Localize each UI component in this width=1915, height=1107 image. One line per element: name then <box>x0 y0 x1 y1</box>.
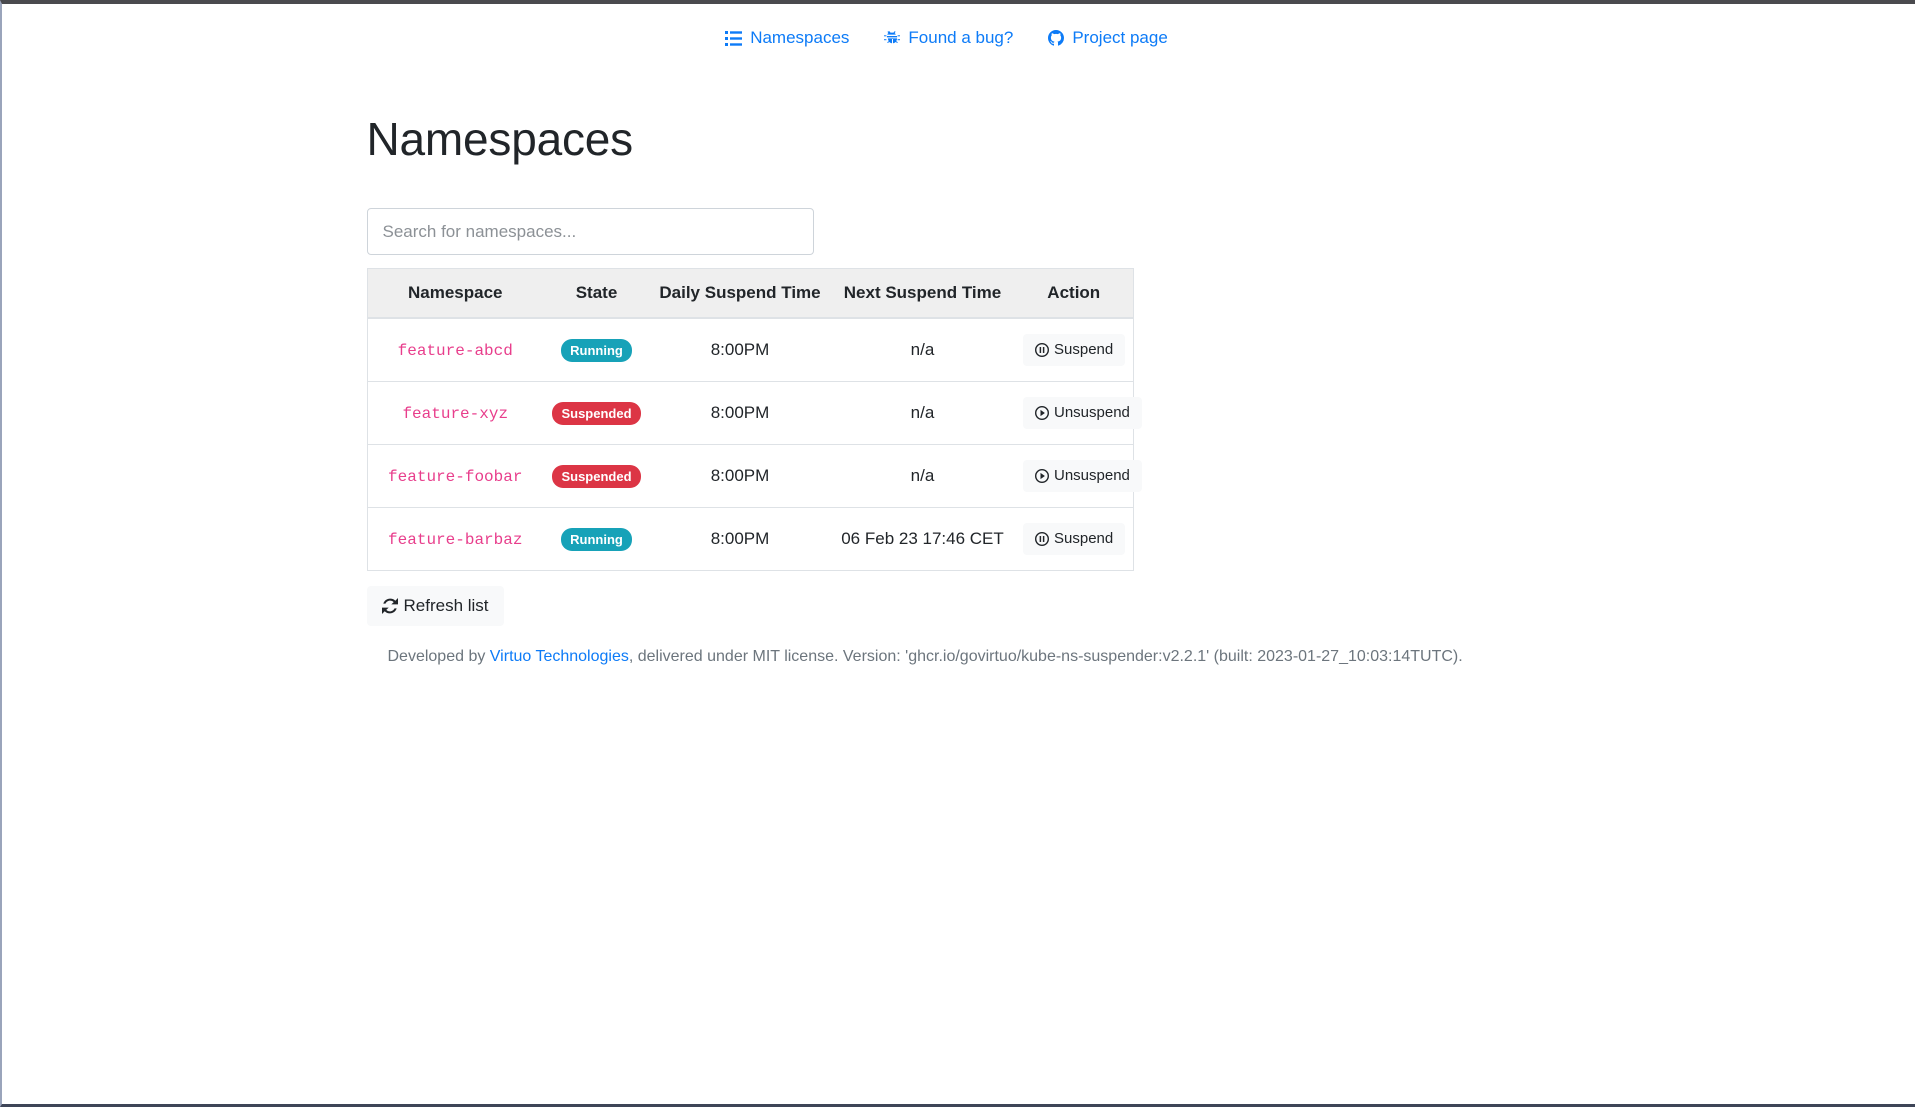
table-body: feature-abcd Running 8:00PM n/a Suspend feat… <box>367 318 1142 571</box>
cell-daily-suspend-time: 8:00PM <box>650 444 830 508</box>
column-header-action: Action <box>1015 268 1133 319</box>
status-badge: Running <box>561 338 632 362</box>
refresh-list-label: Refresh list <box>403 596 489 615</box>
footer-prefix: Developed by <box>387 648 490 665</box>
bug-icon <box>883 30 900 47</box>
cell-namespace: feature-foobar <box>367 444 543 508</box>
refresh-icon <box>381 598 398 614</box>
column-header-namespace: Namespace <box>367 268 543 319</box>
cell-state: Running <box>543 318 650 382</box>
table-row: feature-xyz Suspended 8:00PM n/a Unsuspend <box>367 381 1142 445</box>
action-button-label: Suspend <box>1054 341 1114 358</box>
browser-viewport: Namespaces Found a bug? Project page Nam… <box>0 0 1915 1107</box>
table-row: feature-barbaz Running 8:00PM 06 Feb 23 17:… <box>367 507 1133 571</box>
cell-action: Suspend <box>1015 507 1133 571</box>
cell-daily-suspend-time: 8:00PM <box>650 381 830 445</box>
github-icon <box>1047 30 1064 47</box>
refresh-list-button[interactable]: Refresh list <box>366 586 504 626</box>
cell-next-suspend-time: 06 Feb 23 17:46 CET <box>830 507 1015 571</box>
status-badge: Suspended <box>552 401 641 425</box>
cell-next-suspend-time: n/a <box>830 381 1015 445</box>
search-container <box>366 208 814 255</box>
cell-next-suspend-time: n/a <box>830 444 1015 508</box>
cell-daily-suspend-time: 8:00PM <box>650 507 830 571</box>
namespaces-table: Namespace State Daily Suspend Time Next … <box>366 268 1142 571</box>
action-button-label: Unsuspend <box>1054 404 1130 421</box>
refresh-container: Refresh list <box>366 586 1527 626</box>
table-row: feature-foobar Suspended 8:00PM n/a Unsuspe… <box>367 444 1142 508</box>
list-icon <box>725 30 743 47</box>
suspend-button[interactable]: Suspend <box>1023 334 1126 366</box>
nav-link-namespaces[interactable]: Namespaces <box>725 28 849 48</box>
page-content: Namespaces Found a bug? Project page Nam… <box>2 4 1891 1094</box>
table-header-row: Namespace State Daily Suspend Time Next … <box>367 268 1133 319</box>
play-circle-icon <box>1035 469 1049 483</box>
cell-next-suspend-time: n/a <box>910 340 935 359</box>
nav-link-project-page[interactable]: Project page <box>1047 28 1168 48</box>
namespaces-table-container: Namespace State Daily Suspend Time Next … <box>366 268 1527 571</box>
cell-action: Unsuspend <box>1015 444 1142 508</box>
play-circle-icon <box>1035 406 1049 420</box>
namespace-name: feature-xyz <box>402 404 509 423</box>
unsuspend-button[interactable]: Unsuspend <box>1023 460 1142 492</box>
suspend-button[interactable]: Suspend <box>1023 523 1126 555</box>
cell-namespace: feature-barbaz <box>367 507 543 571</box>
status-badge: Suspended <box>552 464 641 488</box>
pause-circle-icon <box>1035 343 1049 357</box>
search-input[interactable] <box>366 208 814 255</box>
column-header-daily-suspend-time: Daily Suspend Time <box>650 268 830 319</box>
cell-state: Suspended <box>543 381 650 445</box>
namespace-name: feature-foobar <box>388 467 523 486</box>
cell-namespace: feature-abcd <box>367 318 543 382</box>
action-button-label: Unsuspend <box>1054 467 1130 484</box>
cell-namespace: feature-xyz <box>367 381 543 445</box>
column-header-next-suspend-time: Next Suspend Time <box>830 268 1015 319</box>
cell-state: Suspended <box>543 444 650 508</box>
column-header-state: State <box>543 268 650 319</box>
unsuspend-button[interactable]: Unsuspend <box>1023 397 1142 429</box>
table-row: feature-abcd Running 8:00PM n/a Suspend <box>367 318 1133 382</box>
cell-state: Running <box>543 507 650 571</box>
nav-link-found-a-bug[interactable]: Found a bug? <box>883 28 1013 48</box>
main-container: Namespaces Namespace State Daily Suspend… <box>352 51 1542 668</box>
namespace-name: feature-abcd <box>397 341 513 360</box>
nav-link-label: Found a bug? <box>908 28 1014 47</box>
page-title: Namespaces <box>366 113 634 165</box>
status-badge: Running <box>561 527 632 551</box>
virtuo-technologies-link[interactable]: Virtuo Technologies <box>490 648 629 665</box>
nav-link-label: Project page <box>1072 28 1168 47</box>
footer-suffix: , delivered under MIT license. Version: … <box>628 648 1463 665</box>
footer-text: Developed by Virtuo Technologies, delive… <box>367 646 1527 668</box>
cell-daily-suspend-time: 8:00PM <box>710 340 770 359</box>
cell-action: Unsuspend <box>1015 381 1142 445</box>
action-button-label: Suspend <box>1054 530 1114 547</box>
pause-circle-icon <box>1035 532 1049 546</box>
top-navbar: Namespaces Found a bug? Project page <box>2 4 1891 51</box>
cell-action: Suspend <box>1015 318 1133 382</box>
table-head: Namespace State Daily Suspend Time Next … <box>367 268 1133 319</box>
namespace-name: feature-barbaz <box>388 530 523 549</box>
nav-link-label: Namespaces <box>750 28 850 47</box>
